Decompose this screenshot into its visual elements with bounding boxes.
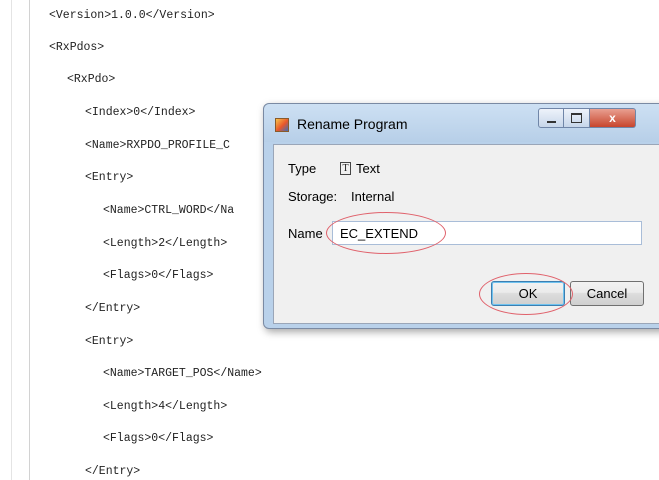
editor-gutter-line [11, 0, 12, 480]
type-value: Text [356, 161, 380, 176]
code-line: <Index>0</Index> [85, 106, 196, 119]
close-icon: x [609, 111, 616, 125]
code-line: <Flags>0</Flags> [103, 269, 214, 282]
code-line: <Entry> [85, 335, 134, 348]
type-label: Type [288, 161, 317, 176]
maximize-button[interactable] [564, 108, 590, 128]
storage-value: Internal [351, 189, 395, 204]
app-icon [275, 118, 289, 132]
code-line: <Entry> [85, 171, 134, 184]
maximize-icon [571, 113, 582, 123]
cancel-button[interactable]: Cancel [570, 281, 644, 306]
name-input[interactable] [332, 221, 642, 245]
code-line: <RxPdos> [49, 41, 105, 54]
code-line: <Name>TARGET_POS</Name> [103, 367, 262, 380]
code-line: <Version>1.0.0</Version> [49, 9, 215, 22]
code-line: <Name>RXPDO_PROFILE_C [85, 139, 230, 152]
ok-button[interactable]: OK [491, 281, 565, 306]
code-line: <RxPdo> [67, 73, 116, 86]
storage-label: Storage: [288, 189, 338, 204]
code-line: </Entry> [85, 465, 141, 478]
code-line: <Name>CTRL_WORD</Na [103, 204, 235, 217]
minimize-button[interactable] [538, 108, 564, 128]
close-button[interactable]: x [590, 108, 636, 128]
editor-gutter-line [29, 0, 30, 480]
dialog-title: Rename Program [297, 116, 408, 132]
code-line: <Length>4</Length> [103, 400, 228, 413]
code-line: </Entry> [85, 302, 141, 315]
name-label: Name [288, 226, 323, 241]
text-file-icon: T [340, 162, 351, 175]
code-line: <Length>2</Length> [103, 237, 228, 250]
code-line: <Flags>0</Flags> [103, 432, 214, 445]
minimize-icon [546, 120, 556, 123]
dialog-titlebar[interactable]: Rename Program x [264, 104, 659, 142]
